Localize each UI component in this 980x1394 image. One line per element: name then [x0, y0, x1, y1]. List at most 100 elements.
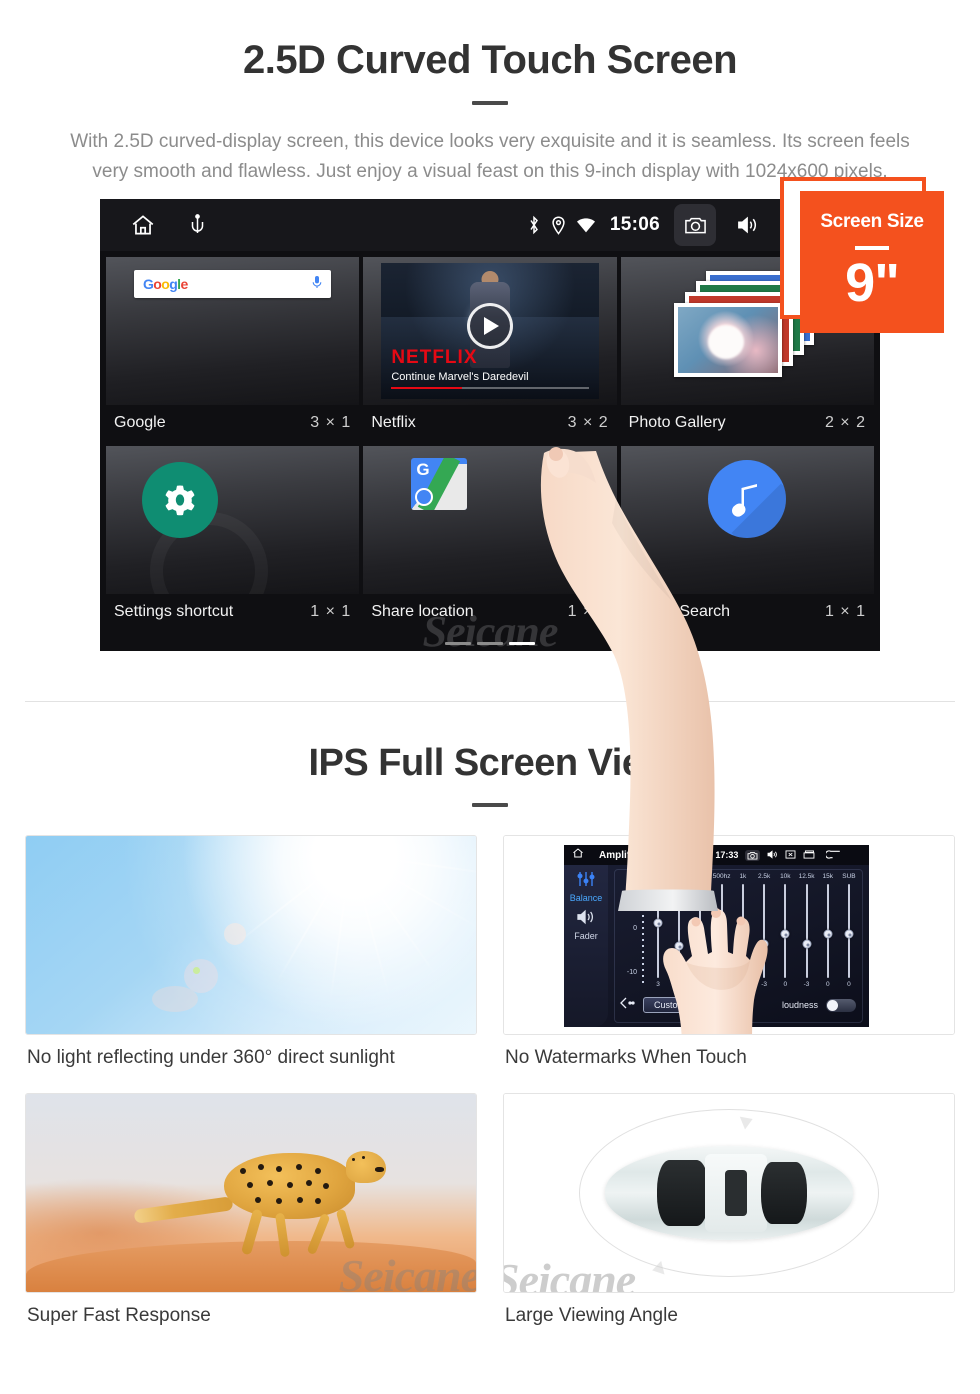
screen-size-badge: Screen Size 9": [780, 177, 948, 339]
eq-slider-knob[interactable]: [823, 929, 833, 939]
netflix-card: NETFLIX Continue Marvel's Daredevil: [381, 263, 599, 399]
android-widget-picker-screen: 15:06 Google Google 3 × 1 NETFLIX Contin…: [100, 199, 880, 651]
amplifier-side-tabs: Balance Fader: [564, 865, 608, 1027]
feature-card-amplifier: Amplifier ·· 17:33 Balance Fader 10 0 -1…: [503, 835, 955, 1087]
widget-name: Photo Gallery: [628, 414, 726, 431]
more-icon[interactable]: ··: [667, 850, 675, 860]
car-top-view-image: Seicane: [504, 1094, 954, 1292]
page-title: 2.5D Curved Touch Screen: [242, 38, 738, 82]
close-icon[interactable]: [785, 846, 796, 864]
camera-icon[interactable]: [745, 849, 761, 861]
widget-grid: Google Google 3 × 1 NETFLIX Continue Mar…: [100, 251, 880, 651]
eq-slider-knob[interactable]: [802, 939, 812, 949]
eq-band-label: 500hz: [712, 873, 731, 880]
mic-icon[interactable]: [312, 275, 322, 294]
card-image-sunlight: [25, 835, 477, 1035]
five-finger-hand-illustration: [663, 908, 768, 1034]
amplifier-tab-balance[interactable]: Balance: [570, 893, 603, 903]
device-screenshot-wrapper: 15:06 Google Google 3 × 1 NETFLIX Contin…: [100, 177, 944, 911]
widget-item-settings-shortcut[interactable]: Settings shortcut 1 × 1: [106, 446, 360, 631]
car-rear-window: [761, 1162, 807, 1224]
widget-label-row: Photo Gallery 2 × 2: [621, 408, 874, 438]
widget-item-google[interactable]: Google Google 3 × 1: [106, 257, 360, 442]
page-dash-active[interactable]: [509, 642, 535, 645]
volume-icon[interactable]: [767, 846, 778, 864]
widget-label-row: Google 3 × 1: [106, 408, 359, 438]
amplifier-image: Amplifier ·· 17:33 Balance Fader 10 0 -1…: [504, 836, 954, 1034]
badge-fill: Screen Size 9": [800, 191, 944, 333]
widget-preview-share-location: G: [363, 446, 617, 594]
netflix-progress-bar: [391, 387, 589, 389]
cheetah-body: [224, 1153, 355, 1219]
eq-scale-min: -10: [626, 969, 637, 976]
eq-slider-track[interactable]: [802, 884, 812, 978]
sliders-icon[interactable]: [576, 871, 596, 892]
amplifier-title: Amplifier: [599, 849, 643, 861]
section2-title: IPS Full Screen View: [308, 742, 672, 784]
recents-icon[interactable]: [803, 846, 815, 864]
home-icon[interactable]: [130, 212, 156, 238]
bluetooth-icon: [527, 215, 541, 235]
eq-band-label: 10k: [780, 873, 791, 880]
gallery-icon[interactable]: [649, 846, 661, 864]
amplifier-tab-fader[interactable]: Fader: [574, 931, 598, 941]
widget-name: Settings shortcut: [114, 603, 234, 620]
eq-band-label: 60hz: [650, 873, 666, 880]
widget-preview-settings: [106, 446, 360, 594]
widget-preview-sound-search: [620, 446, 874, 594]
brand-watermark: Seicane: [503, 1254, 636, 1293]
widget-item-sound-search[interactable]: Sound Search 1 × 1: [620, 446, 874, 631]
eq-slider-track[interactable]: [823, 884, 833, 978]
eq-band-label: 100hz: [670, 873, 689, 880]
page-dash[interactable]: [445, 642, 471, 645]
eq-band-label: 12.5k: [798, 873, 815, 880]
eq-scale-ticks: [642, 879, 644, 986]
card-caption: No Watermarks When Touch: [505, 1047, 747, 1068]
page-dash[interactable]: [477, 642, 503, 645]
badge-divider: [855, 246, 889, 250]
prev-preset-icon[interactable]: [619, 996, 635, 1014]
eq-band-label: SUB: [842, 873, 856, 880]
amplifier-status-bar: Amplifier ·· 17:33: [564, 845, 869, 865]
volume-icon[interactable]: [726, 204, 768, 246]
widget-name: Google: [114, 414, 166, 431]
feature-card-sunlight: No light reflecting under 360° direct su…: [25, 835, 477, 1087]
widget-item-share-location[interactable]: G Share location 1 × 1: [363, 446, 617, 631]
eq-band-label: 2.5k: [757, 873, 771, 880]
eq-slider-knob[interactable]: [844, 929, 854, 939]
eq-slider-track[interactable]: [844, 884, 854, 978]
speaker-icon[interactable]: [576, 909, 596, 930]
google-search-bar[interactable]: Google: [134, 270, 332, 298]
ips-full-screen-view-section: IPS Full Screen View No light reflecting…: [0, 702, 980, 1345]
google-maps-icon: G: [411, 458, 468, 510]
widget-label-row: Sound Search 1 × 1: [621, 597, 874, 627]
back-icon[interactable]: [825, 846, 841, 864]
eq-band-column[interactable]: 15k 0: [819, 873, 837, 988]
eq-band-value: 0: [825, 981, 830, 988]
curved-touch-screen-section: 2.5D Curved Touch Screen With 2.5D curve…: [0, 0, 980, 911]
running-cheetah-image: Seicane: [26, 1094, 476, 1292]
page-indicator[interactable]: [445, 642, 535, 645]
feature-card-car: Seicane Large Viewing Angle: [503, 1093, 955, 1345]
widget-label-row: Settings shortcut 1 × 1: [106, 597, 359, 627]
home-icon[interactable]: [572, 846, 584, 864]
loudness-toggle[interactable]: [826, 998, 856, 1012]
widget-size: 1 × 1: [567, 603, 609, 620]
status-bar-clock: 15:06: [609, 214, 660, 235]
camera-icon[interactable]: [674, 204, 716, 246]
card-caption: Super Fast Response: [27, 1305, 211, 1326]
usb-icon: [190, 214, 205, 236]
amplifier-clock: 17:33: [715, 850, 739, 860]
eq-band-label: 1k: [739, 873, 747, 880]
car-body: [605, 1146, 853, 1240]
eq-band-column[interactable]: 12.5k -3: [798, 873, 816, 988]
feature-card-cheetah: Seicane Super Fast Response: [25, 1093, 477, 1345]
play-icon[interactable]: [466, 302, 513, 349]
widget-item-netflix[interactable]: NETFLIX Continue Marvel's Daredevil Netf…: [363, 257, 617, 442]
widget-label-row: Netflix 3 × 2: [363, 408, 616, 438]
status-bar: 15:06: [100, 199, 880, 251]
widget-name: Netflix: [371, 414, 416, 431]
card-image-amplifier: Amplifier ·· 17:33 Balance Fader 10 0 -1…: [503, 835, 955, 1035]
photo-card-blossom: [674, 303, 783, 377]
eq-band-column[interactable]: SUB 0: [840, 873, 858, 988]
